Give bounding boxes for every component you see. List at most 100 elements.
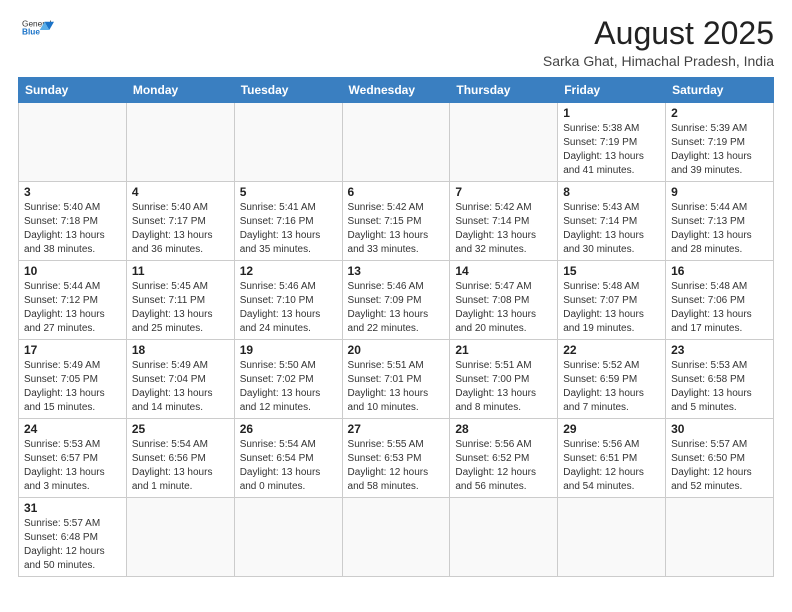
day-number: 28 [455, 422, 552, 436]
calendar-cell: 11 Sunrise: 5:45 AM Sunset: 7:11 PM Dayli… [126, 261, 234, 340]
day-info: Sunrise: 5:55 AM Sunset: 6:53 PM Dayligh… [348, 438, 445, 494]
calendar-cell: 28 Sunrise: 5:56 AM Sunset: 6:52 PM Dayli… [450, 419, 558, 498]
day-number: 3 [24, 185, 121, 199]
day-info: Sunrise: 5:45 AM Sunset: 7:11 PM Dayligh… [132, 280, 229, 336]
calendar-cell: 3 Sunrise: 5:40 AM Sunset: 7:18 PM Daylig… [19, 182, 127, 261]
calendar-cell: 27 Sunrise: 5:55 AM Sunset: 6:53 PM Dayli… [342, 419, 450, 498]
page: General Blue August 2025 Sarka Ghat, Him… [0, 0, 792, 612]
day-info: Sunrise: 5:44 AM Sunset: 7:13 PM Dayligh… [671, 201, 768, 257]
day-number: 13 [348, 264, 445, 278]
day-info: Sunrise: 5:41 AM Sunset: 7:16 PM Dayligh… [240, 201, 337, 257]
day-number: 8 [563, 185, 660, 199]
day-number: 27 [348, 422, 445, 436]
day-info: Sunrise: 5:53 AM Sunset: 6:58 PM Dayligh… [671, 359, 768, 415]
calendar-cell: 17Sunrise: 5:49 AM Sunset: 7:05 PM Dayli… [19, 340, 127, 419]
calendar-cell: 22Sunrise: 5:52 AM Sunset: 6:59 PM Dayli… [558, 340, 666, 419]
svg-text:Blue: Blue [22, 27, 40, 37]
calendar-cell: 20 Sunrise: 5:51 AM Sunset: 7:01 PM Dayli… [342, 340, 450, 419]
calendar-cell: 5 Sunrise: 5:41 AM Sunset: 7:16 PM Daylig… [234, 182, 342, 261]
day-number: 4 [132, 185, 229, 199]
day-number: 20 [348, 343, 445, 357]
day-info: Sunrise: 5:44 AM Sunset: 7:12 PM Dayligh… [24, 280, 121, 336]
day-number: 2 [671, 106, 768, 120]
title-block: August 2025 Sarka Ghat, Himachal Pradesh… [543, 16, 774, 69]
calendar-week-row: 3 Sunrise: 5:40 AM Sunset: 7:18 PM Daylig… [19, 182, 774, 261]
day-info: Sunrise: 5:57 AM Sunset: 6:50 PM Dayligh… [671, 438, 768, 494]
calendar-cell: 15Sunrise: 5:48 AM Sunset: 7:07 PM Dayli… [558, 261, 666, 340]
weekday-header-monday: Monday [126, 78, 234, 103]
day-number: 16 [671, 264, 768, 278]
day-info: Sunrise: 5:57 AM Sunset: 6:48 PM Dayligh… [24, 517, 121, 573]
day-info: Sunrise: 5:40 AM Sunset: 7:17 PM Dayligh… [132, 201, 229, 257]
day-number: 25 [132, 422, 229, 436]
day-info: Sunrise: 5:50 AM Sunset: 7:02 PM Dayligh… [240, 359, 337, 415]
calendar-cell: 8 Sunrise: 5:43 AM Sunset: 7:14 PM Daylig… [558, 182, 666, 261]
header: General Blue August 2025 Sarka Ghat, Him… [18, 16, 774, 69]
calendar-cell: 7 Sunrise: 5:42 AM Sunset: 7:14 PM Daylig… [450, 182, 558, 261]
calendar-cell: 30Sunrise: 5:57 AM Sunset: 6:50 PM Dayli… [666, 419, 774, 498]
day-number: 23 [671, 343, 768, 357]
calendar-week-row: 17Sunrise: 5:49 AM Sunset: 7:05 PM Dayli… [19, 340, 774, 419]
calendar-cell: 9Sunrise: 5:44 AM Sunset: 7:13 PM Daylig… [666, 182, 774, 261]
calendar-table: SundayMondayTuesdayWednesdayThursdayFrid… [18, 77, 774, 577]
calendar-cell [450, 498, 558, 577]
subtitle: Sarka Ghat, Himachal Pradesh, India [543, 53, 774, 69]
calendar-cell [126, 498, 234, 577]
day-info: Sunrise: 5:42 AM Sunset: 7:15 PM Dayligh… [348, 201, 445, 257]
calendar-cell: 10 Sunrise: 5:44 AM Sunset: 7:12 PM Dayli… [19, 261, 127, 340]
day-info: Sunrise: 5:46 AM Sunset: 7:09 PM Dayligh… [348, 280, 445, 336]
weekday-header-saturday: Saturday [666, 78, 774, 103]
logo: General Blue [18, 16, 54, 49]
day-number: 24 [24, 422, 121, 436]
day-number: 6 [348, 185, 445, 199]
calendar-week-row: 31Sunrise: 5:57 AM Sunset: 6:48 PM Dayli… [19, 498, 774, 577]
calendar-cell: 12 Sunrise: 5:46 AM Sunset: 7:10 PM Dayli… [234, 261, 342, 340]
calendar-cell: 16 Sunrise: 5:48 AM Sunset: 7:06 PM Dayli… [666, 261, 774, 340]
logo-icon: General Blue [22, 16, 54, 44]
calendar-cell: 23 Sunrise: 5:53 AM Sunset: 6:58 PM Dayli… [666, 340, 774, 419]
day-info: Sunrise: 5:39 AM Sunset: 7:19 PM Dayligh… [671, 122, 768, 178]
day-number: 29 [563, 422, 660, 436]
calendar-cell: 6 Sunrise: 5:42 AM Sunset: 7:15 PM Daylig… [342, 182, 450, 261]
calendar-cell [234, 498, 342, 577]
calendar-cell: 21 Sunrise: 5:51 AM Sunset: 7:00 PM Dayli… [450, 340, 558, 419]
day-number: 19 [240, 343, 337, 357]
day-number: 12 [240, 264, 337, 278]
calendar-cell [342, 103, 450, 182]
day-info: Sunrise: 5:56 AM Sunset: 6:51 PM Dayligh… [563, 438, 660, 494]
weekday-header-friday: Friday [558, 78, 666, 103]
day-info: Sunrise: 5:56 AM Sunset: 6:52 PM Dayligh… [455, 438, 552, 494]
calendar-header-row: SundayMondayTuesdayWednesdayThursdayFrid… [19, 78, 774, 103]
day-number: 11 [132, 264, 229, 278]
day-info: Sunrise: 5:43 AM Sunset: 7:14 PM Dayligh… [563, 201, 660, 257]
calendar-week-row: 10 Sunrise: 5:44 AM Sunset: 7:12 PM Dayli… [19, 261, 774, 340]
day-info: Sunrise: 5:40 AM Sunset: 7:18 PM Dayligh… [24, 201, 121, 257]
calendar-cell: 13 Sunrise: 5:46 AM Sunset: 7:09 PM Dayli… [342, 261, 450, 340]
day-number: 21 [455, 343, 552, 357]
day-number: 7 [455, 185, 552, 199]
calendar-cell [558, 498, 666, 577]
day-info: Sunrise: 5:51 AM Sunset: 7:01 PM Dayligh… [348, 359, 445, 415]
weekday-header-sunday: Sunday [19, 78, 127, 103]
day-info: Sunrise: 5:51 AM Sunset: 7:00 PM Dayligh… [455, 359, 552, 415]
calendar-cell [666, 498, 774, 577]
calendar-cell: 24 Sunrise: 5:53 AM Sunset: 6:57 PM Dayli… [19, 419, 127, 498]
day-info: Sunrise: 5:42 AM Sunset: 7:14 PM Dayligh… [455, 201, 552, 257]
day-number: 22 [563, 343, 660, 357]
calendar-cell [234, 103, 342, 182]
day-number: 14 [455, 264, 552, 278]
main-title: August 2025 [543, 16, 774, 51]
day-info: Sunrise: 5:49 AM Sunset: 7:05 PM Dayligh… [24, 359, 121, 415]
day-info: Sunrise: 5:47 AM Sunset: 7:08 PM Dayligh… [455, 280, 552, 336]
weekday-header-tuesday: Tuesday [234, 78, 342, 103]
day-info: Sunrise: 5:48 AM Sunset: 7:06 PM Dayligh… [671, 280, 768, 336]
calendar-cell: 4 Sunrise: 5:40 AM Sunset: 7:17 PM Daylig… [126, 182, 234, 261]
day-info: Sunrise: 5:54 AM Sunset: 6:56 PM Dayligh… [132, 438, 229, 494]
calendar-cell [19, 103, 127, 182]
calendar-cell: 1Sunrise: 5:38 AM Sunset: 7:19 PM Daylig… [558, 103, 666, 182]
day-number: 10 [24, 264, 121, 278]
day-number: 26 [240, 422, 337, 436]
day-info: Sunrise: 5:46 AM Sunset: 7:10 PM Dayligh… [240, 280, 337, 336]
day-info: Sunrise: 5:53 AM Sunset: 6:57 PM Dayligh… [24, 438, 121, 494]
day-number: 5 [240, 185, 337, 199]
